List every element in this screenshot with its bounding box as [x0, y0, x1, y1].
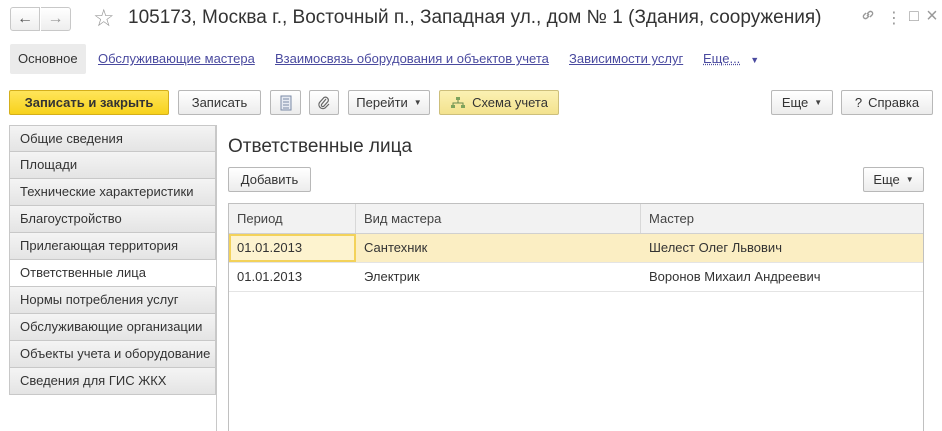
close-icon[interactable]: × [922, 5, 942, 28]
link-icon[interactable] [858, 8, 878, 27]
toolbar: Записать и закрыть Записать Перейти ▼ Схе… [0, 86, 942, 116]
sidebar-item-responsible[interactable]: Ответственные лица [9, 260, 216, 287]
table-header: Период Вид мастера Мастер [229, 204, 923, 234]
sidebar-item-gis[interactable]: Сведения для ГИС ЖКХ [9, 368, 216, 395]
cell-kind[interactable]: Сантехник [356, 234, 641, 262]
table-row[interactable]: 01.01.2013 Электрик Воронов Михаил Андре… [229, 263, 923, 292]
goto-button[interactable]: Перейти ▼ [348, 90, 430, 115]
question-icon: ? [854, 95, 863, 110]
paperclip-icon [318, 96, 330, 109]
back-button[interactable]: ← [10, 7, 40, 31]
forward-button[interactable]: → [41, 7, 71, 31]
tab-more-label: Еще... [703, 51, 741, 66]
scheme-button[interactable]: Схема учета [439, 90, 559, 115]
cell-period[interactable]: 01.01.2013 [229, 263, 356, 291]
chevron-down-icon: ▼ [413, 98, 422, 107]
column-header-master[interactable]: Мастер [641, 204, 923, 233]
sidebar-item-territory[interactable]: Прилегающая территория [9, 233, 216, 260]
hierarchy-icon [451, 96, 466, 108]
sidebar-item-organizations[interactable]: Обслуживающие организации [9, 314, 216, 341]
section-title: Ответственные лица [228, 136, 413, 157]
table-row[interactable]: 01.01.2013 Сантехник Шелест Олег Львович [229, 234, 923, 263]
save-close-button[interactable]: Записать и закрыть [9, 90, 169, 115]
goto-label: Перейти [356, 95, 408, 110]
cell-master[interactable]: Шелест Олег Львович [641, 234, 923, 262]
window-title: 105173, Москва г., Восточный п., Западна… [128, 7, 822, 28]
cell-period[interactable]: 01.01.2013 [229, 234, 356, 262]
arrow-right-icon: → [47, 10, 64, 27]
more-vertical-icon[interactable]: ⋮ [884, 8, 904, 28]
tab-more[interactable]: Еще... ▼ [703, 44, 759, 74]
document-list-button[interactable] [270, 90, 301, 115]
table-more-label: Еще [873, 172, 900, 187]
help-label: Справка [868, 95, 920, 110]
sidebar-item-equipment[interactable]: Объекты учета и оборудование [9, 341, 216, 368]
responsible-table: Период Вид мастера Мастер 01.01.2013 Сан… [228, 203, 924, 431]
column-header-kind[interactable]: Вид мастера [356, 204, 641, 233]
sidebar-item-technical[interactable]: Технические характеристики [9, 179, 216, 206]
cell-kind[interactable]: Электрик [356, 263, 641, 291]
chevron-down-icon: ▼ [814, 98, 823, 107]
tab-relation[interactable]: Взаимосвязь оборудования и объектов учет… [275, 44, 549, 74]
sidebar-item-areas[interactable]: Площади [9, 152, 216, 179]
restore-icon[interactable]: □ [904, 8, 924, 26]
more-button[interactable]: Еще ▼ [771, 90, 833, 115]
chevron-down-icon: ▼ [750, 55, 760, 65]
column-header-period[interactable]: Период [229, 204, 356, 233]
cell-master[interactable]: Воронов Михаил Андреевич [641, 263, 923, 291]
tab-main[interactable]: Основное [10, 44, 86, 74]
form-tabs: Основное Обслуживающие мастера Взаимосвя… [0, 40, 942, 76]
section-nav: Общие сведения Площади Технические харак… [9, 125, 217, 431]
add-button[interactable]: Добавить [228, 167, 311, 192]
sidebar-item-norms[interactable]: Нормы потребления услуг [9, 287, 216, 314]
chevron-down-icon: ▼ [905, 175, 914, 184]
attach-button[interactable] [309, 90, 339, 115]
table-more-button[interactable]: Еще ▼ [863, 167, 924, 192]
title-bar: ← → ☆ 105173, Москва г., Восточный п., З… [0, 0, 942, 40]
tab-masters[interactable]: Обслуживающие мастера [98, 44, 255, 74]
star-icon[interactable]: ☆ [93, 4, 115, 34]
document-list-icon [280, 95, 291, 110]
save-button[interactable]: Записать [178, 90, 261, 115]
more-label: Еще [781, 95, 809, 110]
scheme-label: Схема учета [472, 95, 548, 110]
sidebar-item-landscaping[interactable]: Благоустройство [9, 206, 216, 233]
tab-dependencies[interactable]: Зависимости услуг [569, 44, 683, 74]
sidebar-item-general[interactable]: Общие сведения [9, 125, 216, 152]
arrow-left-icon: ← [17, 10, 33, 27]
help-button[interactable]: ? Справка [841, 90, 933, 115]
